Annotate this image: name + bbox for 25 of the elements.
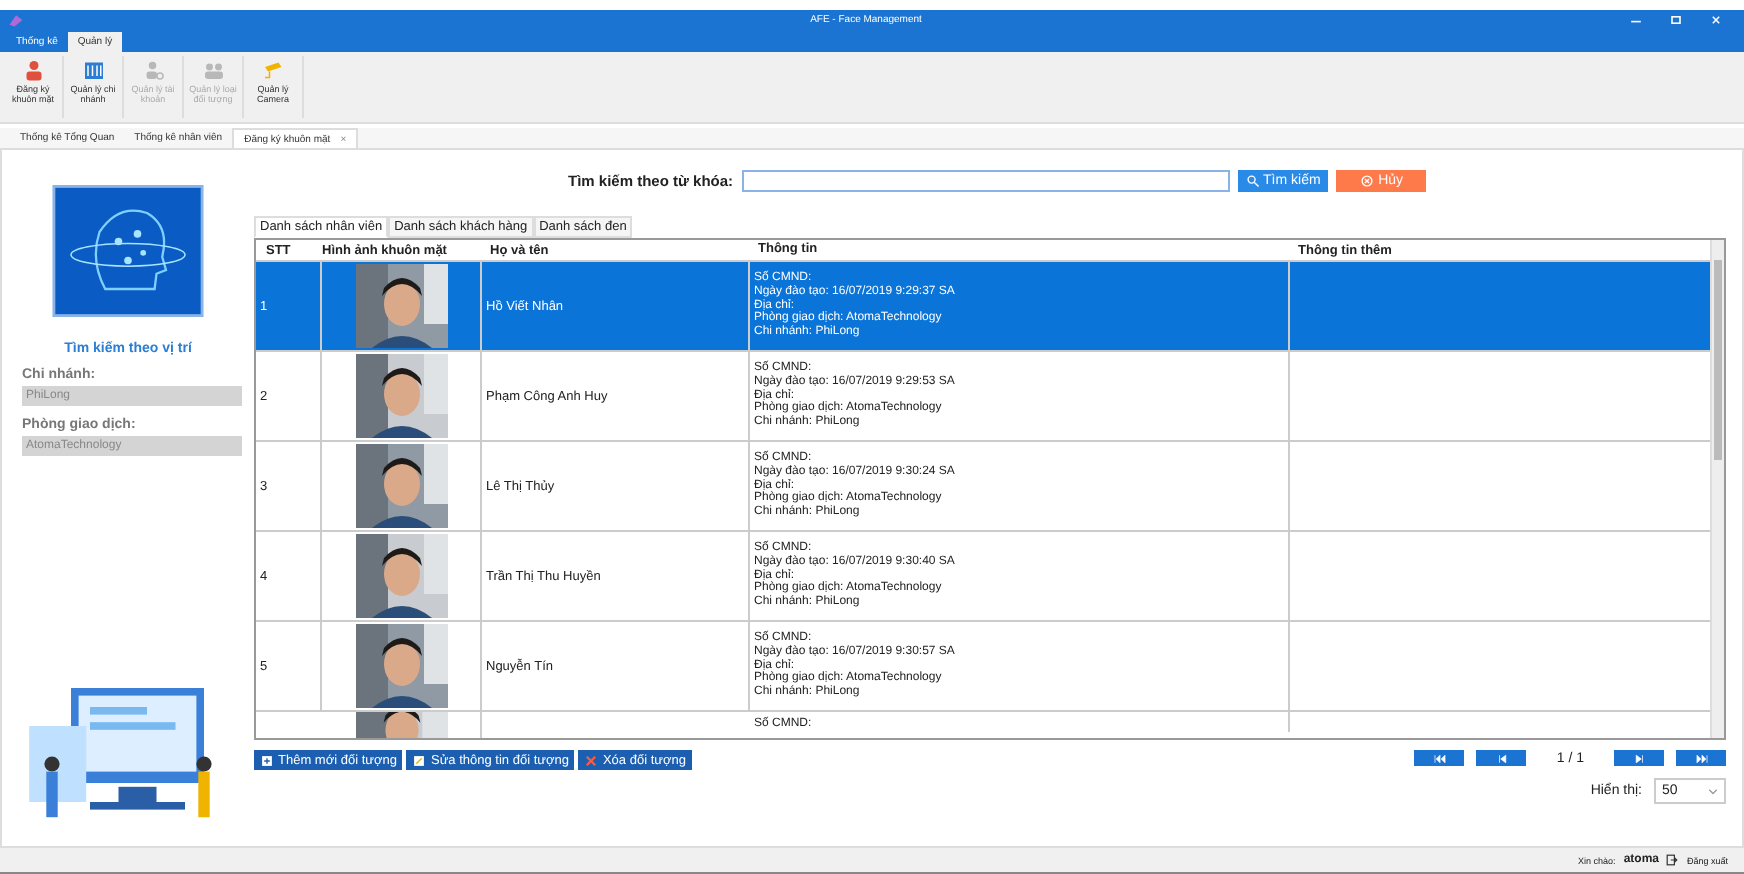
search-icon	[1245, 174, 1260, 188]
building-icon	[81, 58, 105, 82]
last-page-button[interactable]	[1676, 750, 1726, 766]
next-page-button[interactable]	[1614, 750, 1664, 766]
previous-page-icon	[1493, 753, 1510, 763]
first-page-icon	[1431, 753, 1448, 763]
delete-icon	[584, 753, 599, 767]
next-page-icon	[1631, 753, 1647, 763]
app-logo-icon	[8, 12, 24, 28]
camera-icon	[261, 58, 285, 82]
user-icon	[141, 58, 165, 82]
close-icon[interactable]	[1708, 12, 1724, 28]
cancel-icon	[1360, 174, 1375, 188]
scrollbar[interactable]	[1710, 240, 1724, 738]
caret-icon	[1708, 786, 1718, 796]
logout-icon[interactable]	[1666, 854, 1679, 866]
previous-page-button[interactable]	[1476, 750, 1527, 766]
last-page-icon	[1693, 753, 1709, 763]
person-icon	[21, 58, 45, 82]
search-field[interactable]	[741, 170, 1230, 192]
restore-icon[interactable]	[1668, 12, 1684, 28]
add-icon	[260, 753, 274, 767]
edit-icon	[412, 753, 427, 767]
first-page-button[interactable]	[1414, 750, 1465, 766]
group-icon	[201, 58, 225, 82]
